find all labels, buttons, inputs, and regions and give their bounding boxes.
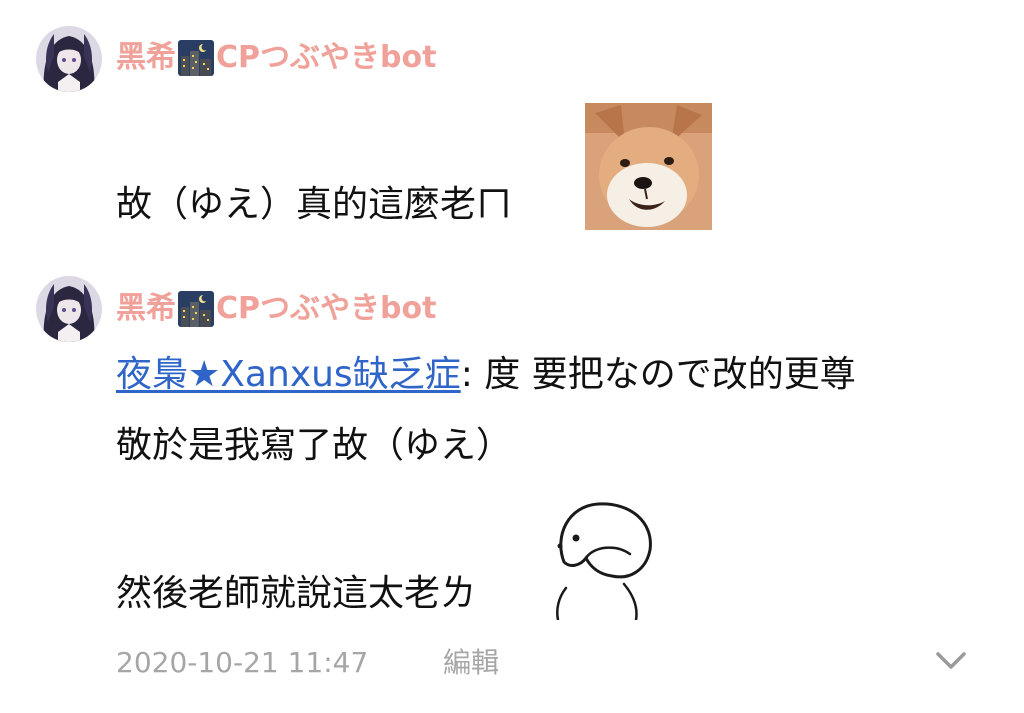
author-name[interactable]: 黑希 CPつぶやきbot	[116, 291, 436, 327]
message-text: : 度 要把なので改的更尊	[460, 354, 856, 395]
author-name[interactable]: 黑希 CPつぶやきbot	[116, 40, 436, 76]
message-line: 夜梟★Xanxus缺乏症: 度 要把なので改的更尊	[116, 353, 856, 397]
message-text: 故（ゆえ）真的這麼老ㄇ	[116, 184, 513, 225]
message-text: 然後老師就說這太老ㄌ	[116, 573, 477, 614]
author-name-prefix: 黑希	[116, 40, 176, 75]
avatar[interactable]	[36, 276, 102, 342]
mention-link[interactable]: 夜梟★Xanxus缺乏症	[116, 354, 461, 395]
author-name-prefix: 黑希	[116, 291, 176, 326]
chevron-down-icon[interactable]	[934, 648, 968, 674]
doodle-face-sticker[interactable]	[546, 496, 666, 620]
shiba-dog-sticker[interactable]	[585, 103, 712, 230]
timestamp: 2020-10-21 11:47	[116, 646, 369, 679]
author-name-suffix: CPつぶやきbot	[216, 291, 437, 326]
author-name-suffix: CPつぶやきbot	[216, 40, 437, 75]
avatar[interactable]	[36, 26, 102, 92]
edit-button[interactable]: 編輯	[443, 645, 499, 681]
night-city-emoji	[178, 291, 214, 327]
message-text: 敬於是我寫了故（ゆえ）	[116, 425, 513, 466]
night-city-emoji	[178, 40, 214, 76]
